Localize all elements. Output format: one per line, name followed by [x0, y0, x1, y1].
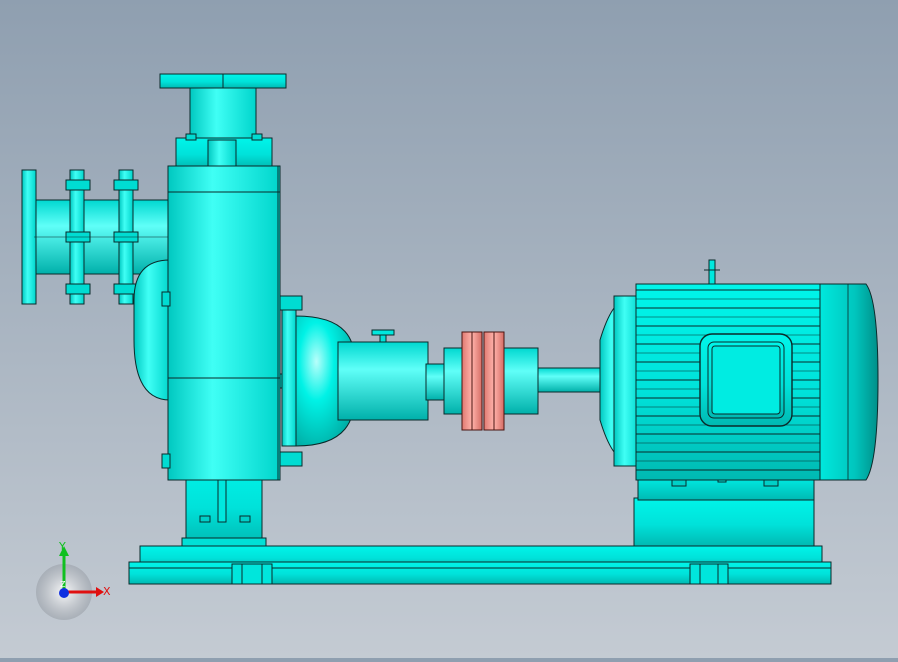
orientation-triad[interactable]: Y X Z [36, 540, 111, 620]
pump-casing [161, 165, 303, 481]
shaft-coupling [461, 331, 505, 431]
triad-z-label: Z [60, 580, 66, 589]
pump-bearing-housing [281, 309, 445, 447]
anchor-bolt-right [689, 563, 729, 585]
triad-z-axis [59, 588, 69, 598]
suction-elbow [133, 259, 171, 401]
model-canvas[interactable]: Y X Z [0, 0, 898, 658]
triad-y-label: Y [58, 540, 66, 553]
cad-viewport[interactable]: Y X Z [0, 0, 898, 658]
anchor-bolt-left [231, 563, 273, 585]
base-frame [128, 545, 832, 585]
triad-x-label: X [103, 585, 111, 598]
